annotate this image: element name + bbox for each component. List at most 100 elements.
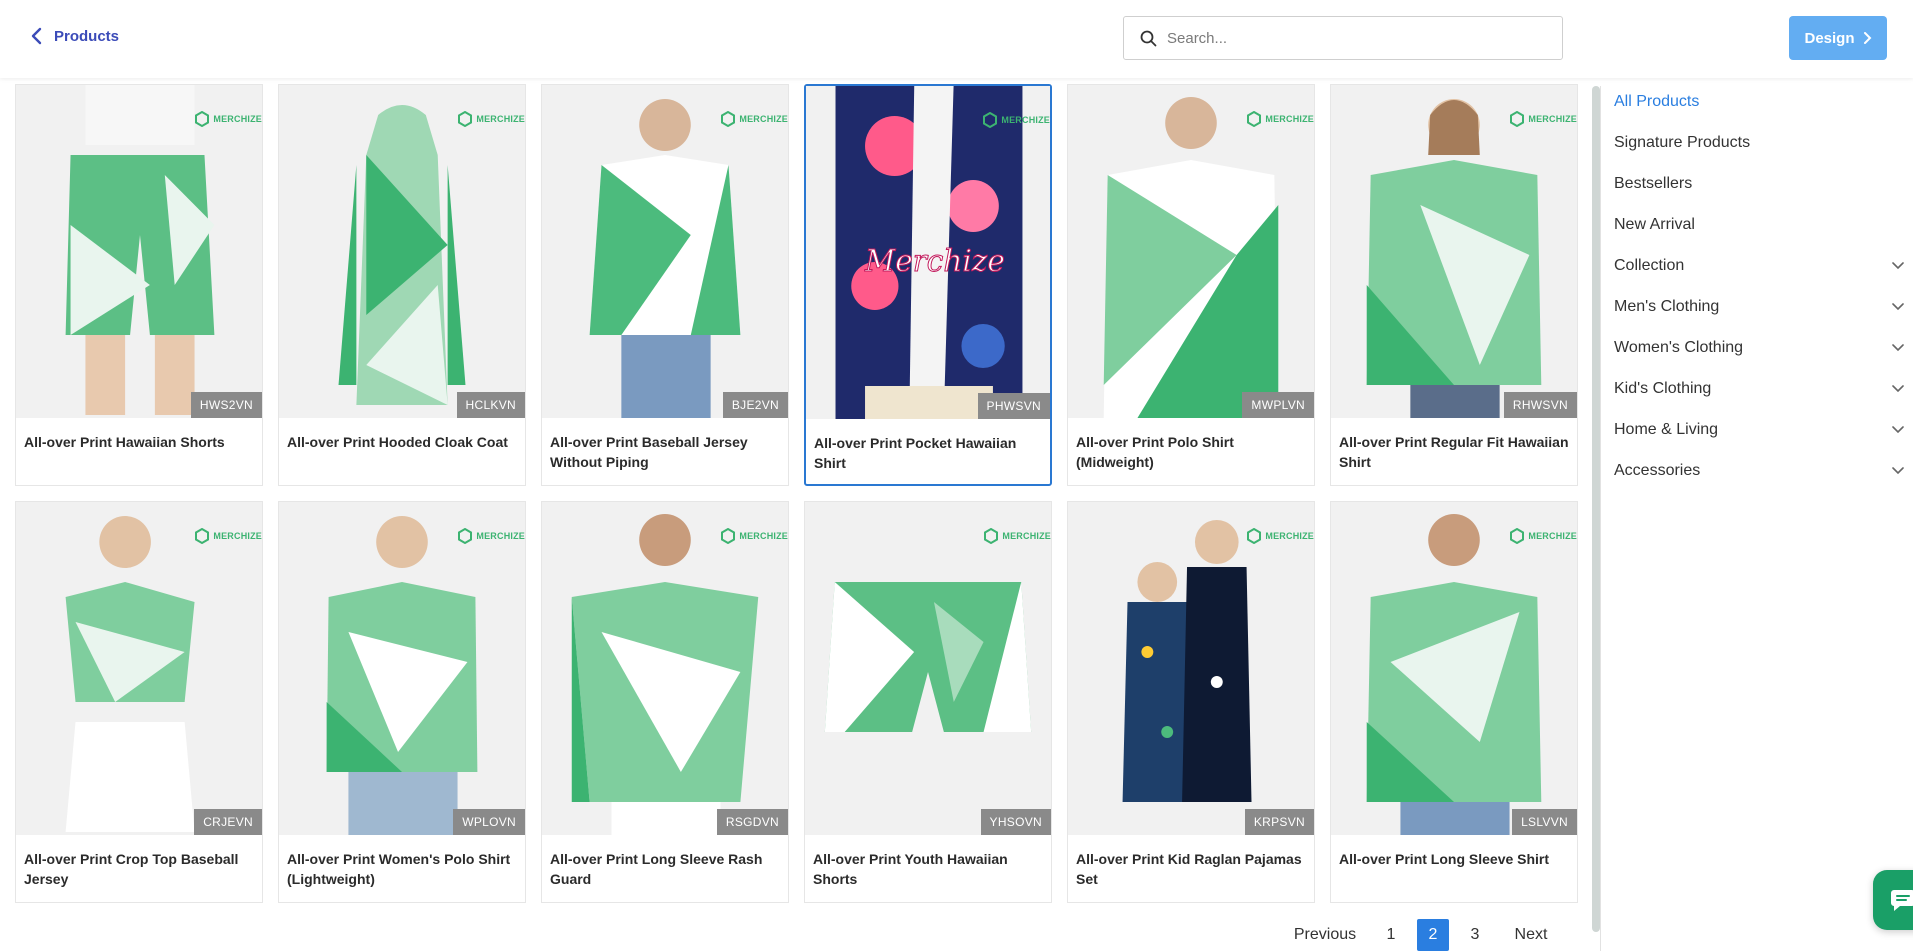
page-2-button-current[interactable]: 2 [1417,919,1449,951]
product-photo [65,85,215,415]
back-to-products-link[interactable]: Products [30,27,119,45]
sidebar-item-label: Signature Products [1614,134,1751,151]
brand-text: MERCHIZE [1265,114,1314,124]
product-card[interactable]: MERCHIZE CRJEVN All-over Print Crop Top Ba… [15,501,263,903]
brand-text: MERCHIZE [1528,531,1577,541]
sidebar-item-all-products[interactable]: All Products [1614,88,1904,116]
merchize-logo: MERCHIZE [720,111,788,127]
chevron-down-icon[interactable] [1892,426,1904,434]
sidebar-item-accessories[interactable]: Accessories [1614,457,1904,485]
product-card[interactable]: MERCHIZE LSLVVN All-over Print Long Sleeve… [1330,501,1578,903]
hexagon-logo-icon [1247,111,1262,127]
pagination: Previous 1 2 3 Next [1280,919,1566,951]
svg-text:Merchize: Merchize [864,244,1005,279]
hexagon-logo-icon [1510,528,1525,544]
sidebar-item-label: New Arrival [1614,216,1695,233]
product-photo [589,99,741,418]
sidebar-item-women-s-clothing[interactable]: Women's Clothing [1614,334,1904,362]
product-card[interactable]: MERCHIZE HCLKVN All-over Print Hooded Cloa… [278,84,526,486]
merchize-logo: MERCHIZE [1246,111,1314,127]
sidebar-item-kid-s-clothing[interactable]: Kid's Clothing [1614,375,1904,403]
chevron-down-icon[interactable] [1892,385,1904,393]
hexagon-logo-icon [984,528,999,544]
product-photo [571,514,759,835]
product-card[interactable]: MERCHIZE KRPSVN All-over Print Kid Raglan … [1067,501,1315,903]
merchize-logo: MERCHIZE [457,528,525,544]
hexagon-logo-icon [458,111,473,127]
hexagon-logo-icon [195,111,210,127]
sidebar-item-signature-products[interactable]: Signature Products [1614,129,1904,157]
sidebar-item-men-s-clothing[interactable]: Men's Clothing [1614,293,1904,321]
merchize-logo: MERCHIZE [457,111,525,127]
grid-scrollbar[interactable] [1592,86,1600,932]
sku-badge: MWPLVN [1242,392,1314,418]
merchize-logo: MERCHIZE [1509,528,1577,544]
category-sidebar: All Products Signature Products Bestseller… [1600,86,1913,951]
sidebar-item-label: Women's Clothing [1614,339,1744,356]
page-1-button[interactable]: 1 [1370,920,1412,950]
search-icon [1140,30,1157,46]
product-photo [1122,520,1252,802]
next-page-button[interactable]: Next [1496,920,1566,950]
sidebar-item-bestsellers[interactable]: Bestsellers [1614,170,1904,198]
sku-badge: CRJEVN [194,809,262,835]
product-image: MERCHIZE MWPLVN [1068,85,1314,418]
search-box[interactable] [1123,16,1563,60]
search-input[interactable] [1167,29,1547,47]
brand-text: MERCHIZE [476,531,525,541]
product-title: All-over Print Pocket Hawaiian Shirt [814,435,1017,471]
chevron-down-icon[interactable] [1892,467,1904,475]
sidebar-item-collection[interactable]: Collection [1614,252,1904,280]
product-card[interactable]: MERCHIZE YHSOVN All-over Print Youth Hawai… [804,501,1052,903]
product-title: All-over Print Hooded Cloak Coat [287,434,508,450]
product-title: All-over Print Long Sleeve Rash Guard [550,851,763,887]
previous-page-button[interactable]: Previous [1280,920,1370,950]
chat-button[interactable] [1873,870,1913,930]
chevron-down-icon[interactable] [1892,262,1904,270]
brand-text: MERCHIZE [739,531,788,541]
product-photo [338,105,466,405]
back-label: Products [54,27,120,45]
product-image: MERCHIZE LSLVVN [1331,502,1577,835]
page-3-button[interactable]: 3 [1454,920,1496,950]
sidebar-item-label: Bestsellers [1614,175,1693,192]
sidebar-item-home-living[interactable]: Home & Living [1614,416,1904,444]
product-grid: MERCHIZE HWS2VN All-over Print Hawaiian Sh… [15,84,1578,903]
hexagon-logo-icon [721,528,736,544]
hexagon-logo-icon [1510,111,1525,127]
product-card[interactable]: MERCHIZE WPLOVN All-over Print Women's Pol… [278,501,526,903]
brand-text: MERCHIZE [1001,115,1050,125]
product-card[interactable]: Merchize MERCHIZE PHWSVN All-over Print Poc… [804,84,1052,486]
sku-badge: HWS2VN [190,392,262,418]
sku-badge: WPLOVN [453,809,525,835]
brand-text: MERCHIZE [213,114,262,124]
chevron-down-icon[interactable] [1892,344,1904,352]
design-button[interactable]: Design [1789,16,1887,60]
sidebar-item-label: Home & Living [1614,421,1719,438]
merchize-logo: MERCHIZE [1246,528,1314,544]
merchize-logo: MERCHIZE [720,528,788,544]
product-image: MERCHIZE CRJEVN [16,502,262,835]
product-card[interactable]: MERCHIZE RHWSVN All-over Print Regular Fit… [1330,84,1578,486]
merchize-logo: MERCHIZE [982,112,1050,128]
sidebar-item-label: Accessories [1614,462,1701,479]
sku-badge: LSLVVN [1512,809,1577,835]
merchize-logo: MERCHIZE [983,528,1051,544]
product-photo: Merchize [835,86,1023,419]
product-title: All-over Print Kid Raglan Pajamas Set [1076,851,1302,887]
product-image: MERCHIZE KRPSVN [1068,502,1314,835]
merchize-logo: MERCHIZE [1509,111,1577,127]
brand-text: MERCHIZE [739,114,788,124]
hexagon-logo-icon [721,111,736,127]
sidebar-item-label: Kid's Clothing [1614,380,1712,397]
sidebar-item-new-arrival[interactable]: New Arrival [1614,211,1904,239]
product-card[interactable]: MERCHIZE RSGDVN All-over Print Long Sleeve… [541,501,789,903]
product-card[interactable]: MERCHIZE MWPLVN All-over Print Polo Shirt … [1067,84,1315,486]
product-card[interactable]: MERCHIZE HWS2VN All-over Print Hawaiian Sh… [15,84,263,486]
chevron-down-icon[interactable] [1892,303,1904,311]
product-image: MERCHIZE WPLOVN [279,502,525,835]
product-card[interactable]: MERCHIZE BJE2VN All-over Print Baseball Je… [541,84,789,486]
top-bar: Products Design [0,0,1913,78]
brand-text: MERCHIZE [1528,114,1577,124]
product-photo [326,516,478,835]
